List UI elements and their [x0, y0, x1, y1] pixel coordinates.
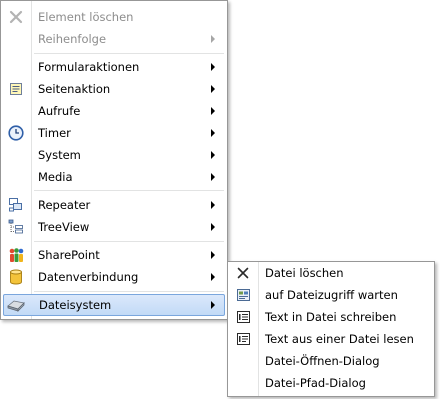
menu-item-label: Seitenaktion — [38, 82, 111, 96]
menu-separator — [34, 53, 224, 55]
context-menu: Element löschen Reihenfolge Formularakti… — [0, 0, 228, 320]
clock-icon — [5, 124, 27, 142]
menu-item-label: Text aus einer Datei lesen — [265, 332, 414, 346]
submenu-arrow-icon — [211, 35, 215, 43]
delete-x-icon — [232, 264, 254, 282]
menu-item-label: TreeView — [38, 220, 90, 234]
page-action-icon — [5, 80, 27, 98]
submenu-arrow-icon — [211, 107, 215, 115]
menu-item-label: Text in Datei schreiben — [265, 310, 397, 324]
submenu-arrow-icon — [211, 129, 215, 137]
menu-item-repeater[interactable]: Repeater — [3, 194, 225, 216]
menu-separator — [34, 241, 224, 243]
menu-item-formularaktionen[interactable]: Formularaktionen — [3, 56, 225, 78]
menu-item-label: System — [38, 148, 81, 162]
submenu-arrow-icon — [211, 173, 215, 181]
read-text-icon — [232, 330, 254, 348]
write-text-icon — [232, 308, 254, 326]
menu-item-treeview[interactable]: TreeView — [3, 216, 225, 238]
menu-item-timer[interactable]: Timer — [3, 122, 225, 144]
submenu-arrow-icon — [211, 223, 215, 231]
delete-x-icon — [5, 8, 27, 26]
menu-separator — [34, 291, 224, 293]
sharepoint-icon — [5, 246, 27, 264]
menu-item-label: Datei-Öffnen-Dialog — [265, 354, 380, 368]
menu-item-dateisystem[interactable]: Dateisystem — [3, 294, 225, 316]
menu-item-sharepoint[interactable]: SharePoint — [3, 244, 225, 266]
menu-item-label: Element löschen — [38, 10, 134, 24]
database-icon — [5, 268, 27, 286]
submenu-arrow-icon — [211, 201, 215, 209]
dateisystem-submenu: Datei löschen auf Dateizugriff warten Te — [227, 261, 435, 397]
submenu-arrow-icon — [211, 63, 215, 71]
submenu-arrow-icon — [211, 301, 215, 309]
menu-item-datei-loeschen[interactable]: Datei löschen — [230, 262, 432, 284]
menu-item-label: Datei-Pfad-Dialog — [265, 376, 366, 390]
submenu-arrow-icon — [211, 273, 215, 281]
wait-file-icon — [232, 286, 254, 304]
menu-item-auf-dateizugriff-warten[interactable]: auf Dateizugriff warten — [230, 284, 432, 306]
menu-item-datei-pfad-dialog[interactable]: Datei-Pfad-Dialog — [230, 372, 432, 394]
menu-item-reihenfolge[interactable]: Reihenfolge — [3, 28, 225, 50]
menu-item-element-loeschen[interactable]: Element löschen — [3, 6, 225, 28]
submenu-arrow-icon — [211, 85, 215, 93]
menu-item-label: Reihenfolge — [38, 32, 107, 46]
menu-item-system[interactable]: System — [3, 144, 225, 166]
menu-item-datei-oeffnen-dialog[interactable]: Datei-Öffnen-Dialog — [230, 350, 432, 372]
menu-item-text-in-datei-schreiben[interactable]: Text in Datei schreiben — [230, 306, 432, 328]
menu-item-datenverbindung[interactable]: Datenverbindung — [3, 266, 225, 288]
menu-item-label: Timer — [38, 126, 71, 140]
submenu-arrow-icon — [211, 151, 215, 159]
menu-item-label: Formularaktionen — [38, 60, 140, 74]
menu-item-aufrufe[interactable]: Aufrufe — [3, 100, 225, 122]
repeater-icon — [5, 196, 27, 214]
menu-item-label: Datenverbindung — [38, 270, 139, 284]
menu-item-label: Datei löschen — [265, 266, 344, 280]
menu-item-label: auf Dateizugriff warten — [265, 288, 398, 302]
menu-item-label: Dateisystem — [39, 298, 112, 312]
menu-separator — [34, 190, 224, 192]
menu-item-label: Media — [38, 170, 73, 184]
filesystem-icon — [5, 296, 27, 314]
submenu-arrow-icon — [211, 251, 215, 259]
menu-item-text-aus-datei-lesen[interactable]: Text aus einer Datei lesen — [230, 328, 432, 350]
menu-item-seitenaktion[interactable]: Seitenaktion — [3, 78, 225, 100]
menu-item-media[interactable]: Media — [3, 166, 225, 188]
menu-item-label: SharePoint — [38, 248, 100, 262]
menu-item-label: Repeater — [38, 198, 91, 212]
menu-item-label: Aufrufe — [38, 104, 81, 118]
treeview-icon — [5, 218, 27, 236]
